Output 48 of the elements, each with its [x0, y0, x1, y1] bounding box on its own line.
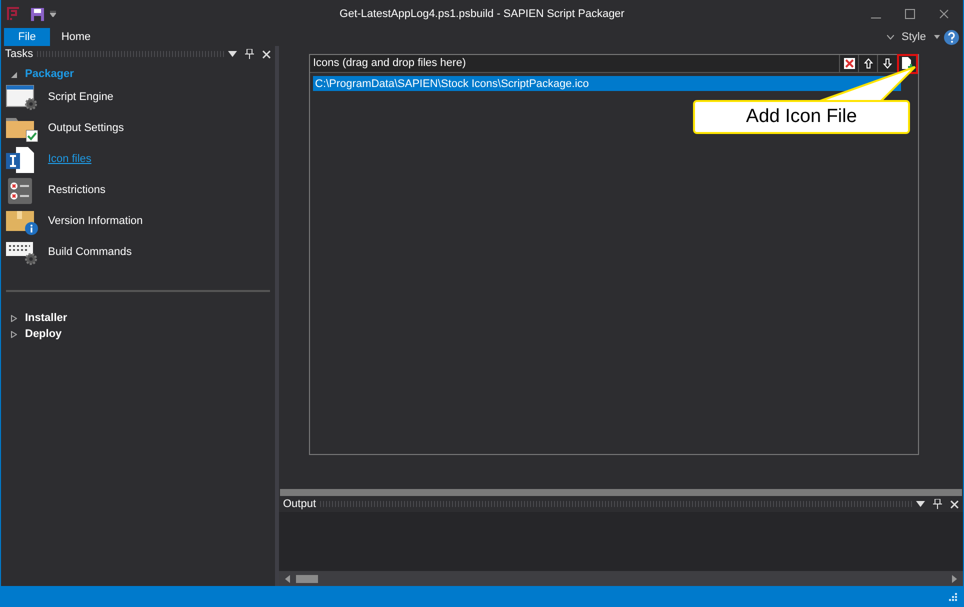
list-header: Icons (drag and drop files here)	[312, 56, 467, 72]
ribbon-tab[interactable]: File	[4, 28, 50, 46]
task-link[interactable]: Script Engine	[48, 89, 114, 106]
check-icon	[26, 130, 38, 142]
icon-file-row[interactable]: C:\ProgramData\SAPIEN\Stock Icons\ScriptPackage.ico	[313, 76, 901, 91]
dropdown-icon[interactable]	[934, 35, 940, 39]
task-link[interactable]: Icon files	[48, 151, 92, 168]
collapse-icon[interactable]	[11, 70, 17, 78]
task-link[interactable]: Output Settings	[48, 120, 124, 137]
expand-icon[interactable]	[11, 330, 17, 338]
pin-icon[interactable]	[933, 499, 942, 509]
group-header[interactable]: Installer	[25, 310, 68, 326]
chevron-icon	[886, 34, 894, 40]
help-icon[interactable]	[944, 30, 959, 44]
info-icon	[25, 222, 38, 234]
ribbon-tab[interactable]: Home	[53, 28, 99, 46]
panel-title: Tasks	[5, 46, 34, 62]
arrow-up-icon	[864, 58, 872, 69]
scroll-right-icon[interactable]	[952, 574, 957, 582]
window-title: Get-LatestAppLog4.ps1.psbuild - SAPIEN Script Packager	[340, 6, 624, 22]
expand-icon[interactable]	[11, 314, 17, 322]
resize-grip-icon[interactable]	[949, 592, 957, 600]
dropdown-icon[interactable]	[228, 51, 237, 57]
task-link[interactable]: Restrictions	[48, 182, 106, 199]
maximize-icon[interactable]	[905, 9, 915, 19]
group-header[interactable]: Packager	[25, 66, 74, 82]
close-icon[interactable]	[939, 9, 949, 19]
task-link[interactable]: Version Information	[48, 213, 143, 230]
scrollbar-thumb[interactable]	[296, 574, 318, 582]
window-icon	[6, 84, 34, 106]
horizontal-scrollbar[interactable]	[279, 571, 963, 586]
remove-button[interactable]	[839, 54, 858, 72]
dropdown-icon[interactable]	[916, 501, 925, 507]
dropdown-icon[interactable]	[50, 11, 56, 17]
panel-title: Output	[283, 496, 316, 512]
style-menu[interactable]: Style	[898, 28, 930, 46]
add-file-icon	[901, 57, 914, 70]
save-icon[interactable]	[31, 8, 44, 20]
keyboard-icon	[6, 242, 33, 256]
pin-icon[interactable]	[245, 49, 254, 59]
group-header[interactable]: Deploy	[25, 326, 62, 342]
arrow-down-icon	[882, 58, 892, 69]
gear-icon	[24, 96, 38, 110]
task-link[interactable]: Build Commands	[48, 244, 132, 261]
app-logo-icon	[7, 7, 21, 21]
remove-icon	[844, 58, 854, 69]
scroll-left-icon[interactable]	[285, 574, 290, 582]
gear-icon	[24, 252, 38, 266]
